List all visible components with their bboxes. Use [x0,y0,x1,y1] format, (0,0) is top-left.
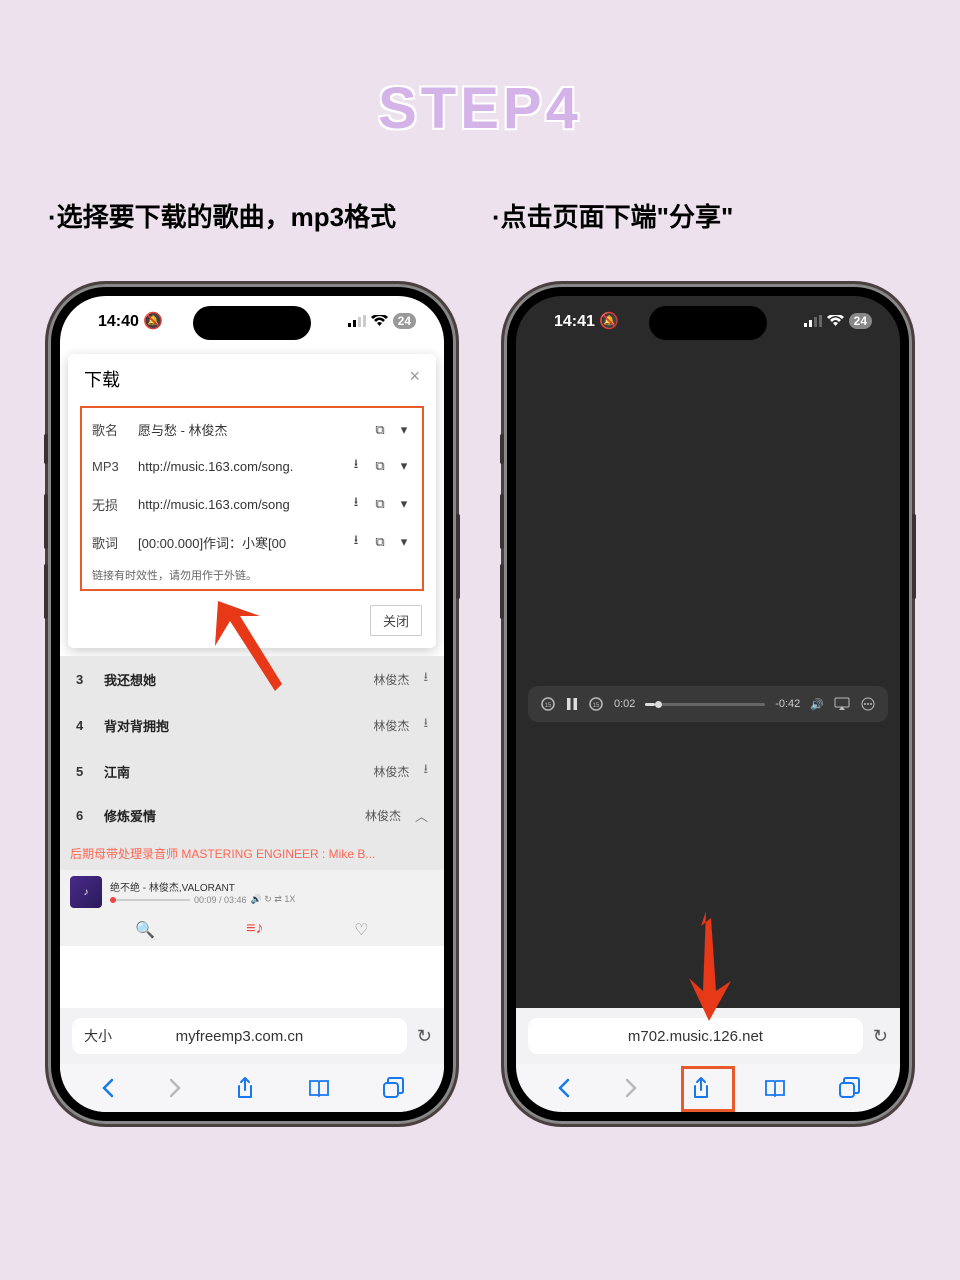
status-time: 14:41 🔕 [554,311,619,331]
bookmarks-icon[interactable] [763,1078,787,1098]
more-icon[interactable] [860,696,876,712]
dynamic-island [193,306,311,340]
captions-row: ·选择要下载的歌曲，mp3格式 ·点击页面下端"分享" [0,197,960,234]
time-remaining: -0:42 [775,698,800,710]
status-time: 14:40 🔕 [98,311,163,331]
svg-text:15: 15 [545,703,552,709]
share-icon[interactable] [235,1076,255,1100]
signal-icon [348,315,366,327]
wifi-icon [371,315,388,327]
copy-icon[interactable]: ⧉ [372,458,388,474]
battery-icon: 24 [393,313,416,329]
battery-icon: 24 [849,313,872,329]
download-icon[interactable]: ⭳ [348,493,364,515]
progress-bar[interactable] [110,899,190,901]
forward-icon[interactable] [623,1078,639,1098]
download-icon[interactable]: ⭳ [348,455,364,477]
info-line: 后期母带处理录音师 MASTERING ENGINEER : Mike B... [60,837,444,870]
pause-icon[interactable] [566,697,578,711]
phone-right: 14:41 🔕 24 15 15 0:02 -0:42 🔊 [504,284,912,1124]
download-icon[interactable]: ⭳ [423,760,428,782]
row-value: http://music.163.com/song. [138,459,340,474]
status-right: 24 [804,313,872,329]
screen-left: 14:40 🔕 24 下载 × 歌名 愿与愁 - 林俊杰 ⧉ ▾ M [60,296,444,1112]
modal-row-lyrics[interactable]: 歌词 [00:00.000]作词：小寒[00 ⭳ ⧉ ▾ [82,523,422,561]
list-item[interactable]: 4背对背拥抱林俊杰⭳ [60,702,444,748]
player-tabs: 🔍 ≡♪ ♡ [60,914,444,946]
modal-note: 链接有时效性，请勿用作于外链。 [82,561,422,585]
row-label: 无损 [92,495,130,514]
media-progress[interactable] [645,703,765,706]
page-title: STEP4 [0,0,960,142]
reload-icon[interactable]: ↻ [417,1026,432,1047]
url-text: m702.music.126.net [628,1028,763,1045]
tabs-icon[interactable] [838,1077,860,1099]
list-item[interactable]: 5江南林俊杰⭳ [60,748,444,794]
safari-toolbar [60,1064,444,1112]
media-controls: 15 15 0:02 -0:42 🔊 [528,686,888,722]
signal-icon [804,315,822,327]
chevron-down-icon[interactable]: ▾ [396,458,412,474]
wifi-icon [827,315,844,327]
svg-text:15: 15 [593,703,600,709]
reload-icon[interactable]: ↻ [873,1026,888,1047]
modal-highlight-box: 歌名 愿与愁 - 林俊杰 ⧉ ▾ MP3 http://music.163.co… [80,406,424,591]
copy-icon[interactable]: ⧉ [372,422,388,438]
address-bar: 大小 myfreemp3.com.cn ↻ [60,1008,444,1064]
rewind-icon[interactable]: 15 [540,696,556,712]
phones-container: 14:40 🔕 24 下载 × 歌名 愿与愁 - 林俊杰 ⧉ ▾ M [0,284,960,1124]
row-value: 愿与愁 - 林俊杰 [138,420,364,439]
caption-left: ·选择要下载的歌曲，mp3格式 [48,197,488,234]
search-icon[interactable]: 🔍 [135,920,155,940]
back-icon[interactable] [100,1078,116,1098]
dynamic-island [649,306,767,340]
modal-row-mp3[interactable]: MP3 http://music.163.com/song. ⭳ ⧉ ▾ [82,447,422,485]
share-highlight-box [681,1066,735,1112]
playlist-icon[interactable]: ≡♪ [246,920,263,940]
modal-row-lossless[interactable]: 无损 http://music.163.com/song ⭳ ⧉ ▾ [82,485,422,523]
forward-icon[interactable] [167,1078,183,1098]
row-value: http://music.163.com/song [138,497,340,512]
back-icon[interactable] [556,1078,572,1098]
annotation-arrow [210,596,290,696]
chevron-down-icon[interactable]: ▾ [396,534,412,550]
close-icon[interactable]: × [409,366,420,392]
download-icon[interactable]: ⭳ [423,668,428,690]
collapse-icon[interactable]: ︿ [415,806,428,825]
row-value: [00:00.000]作词：小寒[00 [138,533,340,552]
tabs-icon[interactable] [382,1077,404,1099]
list-item[interactable]: 6修炼爱情林俊杰︿ [60,794,444,837]
row-label: MP3 [92,459,130,474]
text-size-button[interactable]: 大小 [84,1026,112,1046]
caption-right: ·点击页面下端"分享" [492,197,912,234]
now-playing-song: 绝不绝 - 林俊杰,VALORANT [110,879,434,894]
mini-player[interactable]: ♪ 绝不绝 - 林俊杰,VALORANT 00:09 / 03:46 🔊 ↻ ⇄… [60,870,444,914]
download-icon[interactable]: ⭳ [348,531,364,553]
bookmarks-icon[interactable] [307,1078,331,1098]
forward-15-icon[interactable]: 15 [588,696,604,712]
url-text: myfreemp3.com.cn [176,1028,304,1045]
time-current: 0:02 [614,698,635,710]
chevron-down-icon[interactable]: ▾ [396,496,412,512]
airplay-icon[interactable] [834,697,850,711]
phone-left: 14:40 🔕 24 下载 × 歌名 愿与愁 - 林俊杰 ⧉ ▾ M [48,284,456,1124]
download-icon[interactable]: ⭳ [423,714,428,736]
row-label: 歌名 [92,420,130,439]
url-field[interactable]: 大小 myfreemp3.com.cn [72,1018,407,1054]
copy-icon[interactable]: ⧉ [372,534,388,550]
chevron-down-icon[interactable]: ▾ [396,422,412,438]
copy-icon[interactable]: ⧉ [372,496,388,512]
heart-icon[interactable]: ♡ [354,920,368,940]
media-player-area: 15 15 0:02 -0:42 🔊 [516,346,900,986]
screen-right: 14:41 🔕 24 15 15 0:02 -0:42 🔊 [516,296,900,1112]
album-thumb: ♪ [70,876,102,908]
annotation-arrow [681,906,741,1026]
row-label: 歌词 [92,533,130,552]
status-right: 24 [348,313,416,329]
modal-row-songname[interactable]: 歌名 愿与愁 - 林俊杰 ⧉ ▾ [82,412,422,447]
close-button[interactable]: 关闭 [370,605,422,636]
volume-icon[interactable]: 🔊 [810,698,824,711]
safari-toolbar [516,1064,900,1112]
modal-title: 下载 [84,366,120,392]
